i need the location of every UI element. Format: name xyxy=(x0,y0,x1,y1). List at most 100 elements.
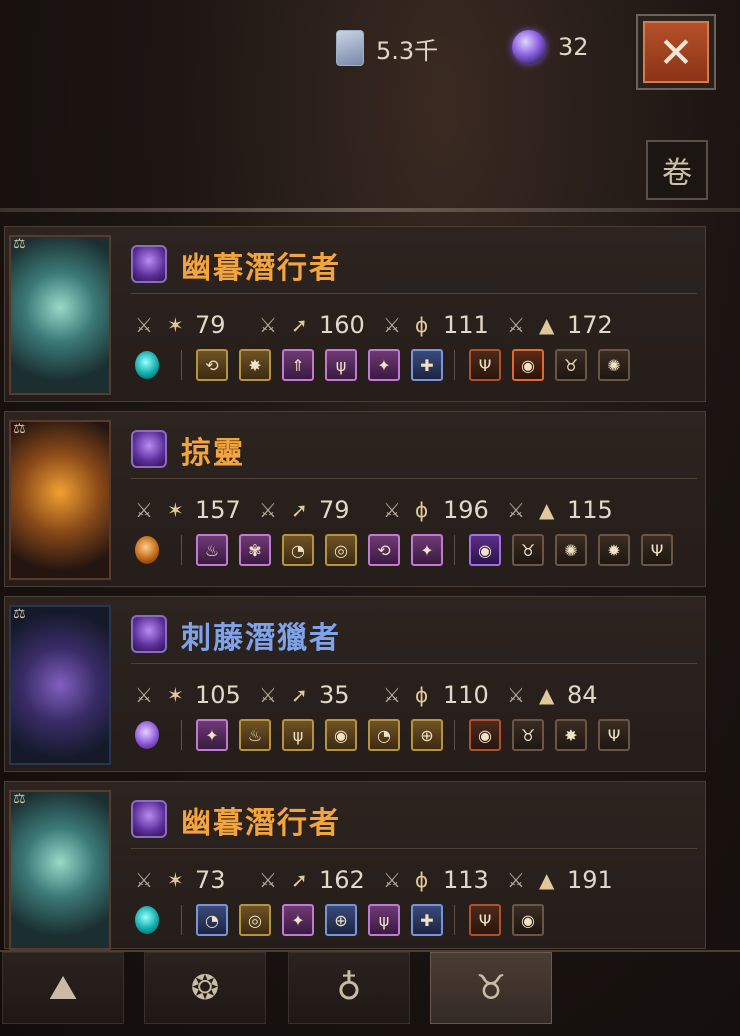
crossed-swords-icon: ⚔ xyxy=(507,498,525,522)
triangle-icon: ▲ xyxy=(539,683,555,707)
stat-4: ⚔ ▲ 115 xyxy=(507,496,613,524)
skill-icon[interactable]: ⟲ xyxy=(368,534,400,566)
skill-icon[interactable]: ψ xyxy=(282,719,314,751)
stat-1: ⚔ ✶ 105 xyxy=(135,681,241,709)
pet-name: 幽暮潛行者 xyxy=(181,251,341,286)
pet-card[interactable]: ⚖ 幽暮潛行者 ⚔ ✶ 79 ⚔ ➚ 160 ⚔ ϕ 111 ⚔ ▲ 172 ⟲ ✸ ⇑ ψ ✦… xyxy=(4,226,706,402)
passive-icon[interactable]: ✺ xyxy=(555,534,587,566)
pet-name: 幽暮潛行者 xyxy=(181,806,341,841)
skill-icon[interactable]: ◔ xyxy=(282,534,314,566)
pet-card[interactable]: ⚖ 刺藤潛獵者 ⚔ ✶ 105 ⚔ ➚ 35 ⚔ ϕ 110 ⚔ ▲ 84 ✦ ♨ ψ ◉ ◔ … xyxy=(4,596,706,772)
skill-icon[interactable]: ✦ xyxy=(196,719,228,751)
skill-row: ✦ ♨ ψ ◉ ◔ ⊕ ◉ ♉ ✸ Ψ xyxy=(135,719,641,751)
tab-beast[interactable]: ♉ xyxy=(430,952,552,1024)
rock-icon: ⛰ xyxy=(48,968,78,1008)
skill-icon[interactable]: ⊕ xyxy=(325,904,357,936)
skill-icon[interactable]: ψ xyxy=(325,349,357,381)
skill-row: ◔ ◎ ✦ ⊕ ψ ✚ Ψ ◉ xyxy=(135,904,555,936)
crossed-swords-icon: ⚔ xyxy=(383,868,401,892)
spiral-icon: ϕ xyxy=(415,868,429,892)
passive-icon[interactable]: ♉ xyxy=(512,534,544,566)
stat-2: ⚔ ➚ 160 xyxy=(259,311,365,339)
top-bar: 5.3千 32 ✕ 卷 xyxy=(0,0,740,210)
scales-icon: ⚖ xyxy=(13,236,26,252)
passive-icon[interactable]: ♉ xyxy=(512,719,544,751)
skill-icon[interactable]: ✦ xyxy=(282,904,314,936)
skill-icon[interactable]: ◎ xyxy=(239,904,271,936)
passive-icon[interactable]: Ψ xyxy=(641,534,673,566)
skill-icon[interactable]: ◔ xyxy=(196,904,228,936)
skill-icon[interactable]: ◎ xyxy=(325,534,357,566)
burst-icon: ✶ xyxy=(167,498,184,522)
spiral-icon: ϕ xyxy=(415,313,429,337)
skill-icon[interactable]: ⇑ xyxy=(282,349,314,381)
violet-gem-icon xyxy=(135,721,159,749)
passive-icon[interactable]: ◉ xyxy=(469,534,501,566)
close-button[interactable]: ✕ xyxy=(636,14,716,90)
tab-pouch[interactable]: ♁ xyxy=(288,952,410,1024)
triangle-icon: ▲ xyxy=(539,498,555,522)
passive-icon[interactable]: ✹ xyxy=(598,534,630,566)
skill-icon[interactable]: ⊕ xyxy=(411,719,443,751)
tab-emblem[interactable]: ❂ xyxy=(144,952,266,1024)
skill-icon[interactable]: ♨ xyxy=(239,719,271,751)
passive-icon[interactable]: ◉ xyxy=(469,719,501,751)
stat-2: ⚔ ➚ 162 xyxy=(259,866,365,894)
crossed-swords-icon: ⚔ xyxy=(507,683,525,707)
pet-name: 刺藤潛獵者 xyxy=(181,621,341,656)
stat-3: ⚔ ϕ 113 xyxy=(383,866,489,894)
pet-name: 掠靈 xyxy=(181,436,245,471)
ticket-icon xyxy=(336,30,364,66)
passive-icon[interactable]: Ψ xyxy=(469,349,501,381)
swirl-emblem-icon: ❂ xyxy=(190,968,220,1008)
spiral-icon: ϕ xyxy=(415,498,429,522)
skill-icon[interactable]: ✦ xyxy=(411,534,443,566)
name-divider xyxy=(131,478,697,479)
crossed-swords-icon: ⚔ xyxy=(135,313,153,337)
pet-card[interactable]: ⚖ 掠靈 ⚔ ✶ 157 ⚔ ➚ 79 ⚔ ϕ 196 ⚔ ▲ 115 ♨ ✾ ◔ ◎ ⟲ ✦ … xyxy=(4,411,706,587)
passive-icon[interactable]: ◉ xyxy=(512,904,544,936)
passive-icon[interactable]: ✺ xyxy=(598,349,630,381)
passive-icon[interactable]: ◉ xyxy=(512,349,544,381)
strike-icon: ➚ xyxy=(291,313,308,337)
teal-gem-icon xyxy=(135,351,159,379)
skill-icon[interactable]: ⟲ xyxy=(196,349,228,381)
strike-icon: ➚ xyxy=(291,498,308,522)
crossed-swords-icon: ⚔ xyxy=(259,313,277,337)
passive-icon[interactable]: Ψ xyxy=(469,904,501,936)
skill-icon[interactable]: ◔ xyxy=(368,719,400,751)
crossed-swords-icon: ⚔ xyxy=(259,498,277,522)
skill-icon[interactable]: ✚ xyxy=(411,349,443,381)
skill-icon[interactable]: ◉ xyxy=(325,719,357,751)
skill-icon[interactable]: ✸ xyxy=(239,349,271,381)
crossed-swords-icon: ⚔ xyxy=(507,868,525,892)
passive-icon[interactable]: ✸ xyxy=(555,719,587,751)
skill-icon[interactable]: ψ xyxy=(368,904,400,936)
stat-1: ⚔ ✶ 157 xyxy=(135,496,241,524)
skill-icon[interactable]: ✚ xyxy=(411,904,443,936)
crossed-swords-icon: ⚔ xyxy=(259,868,277,892)
crossed-swords-icon: ⚔ xyxy=(135,498,153,522)
passive-icon[interactable]: ♉ xyxy=(555,349,587,381)
stat-3: ⚔ ϕ 110 xyxy=(383,681,489,709)
orb-currency: 32 xyxy=(512,30,589,64)
skill-row: ⟲ ✸ ⇑ ψ ✦ ✚ Ψ ◉ ♉ ✺ xyxy=(135,349,641,381)
passive-icon[interactable]: Ψ xyxy=(598,719,630,751)
crossed-swords-icon: ⚔ xyxy=(135,868,153,892)
skill-icon[interactable]: ✦ xyxy=(368,349,400,381)
pet-portrait xyxy=(9,420,111,580)
skill-icon[interactable]: ✾ xyxy=(239,534,271,566)
scales-icon: ⚖ xyxy=(13,791,26,807)
skill-icon[interactable]: ♨ xyxy=(196,534,228,566)
stat-2: ⚔ ➚ 79 xyxy=(259,496,350,524)
pouch-icon: ♁ xyxy=(336,968,362,1008)
pet-card[interactable]: ⚖ 幽暮潛行者 ⚔ ✶ 73 ⚔ ➚ 162 ⚔ ϕ 113 ⚔ ▲ 191 ◔ ◎ ✦ ⊕ ψ… xyxy=(4,781,706,950)
pet-stats: ⚔ ✶ 79 ⚔ ➚ 160 ⚔ ϕ 111 ⚔ ▲ 172 xyxy=(135,311,631,339)
shard-count: 5.3千 xyxy=(376,36,439,65)
tab-rock[interactable]: ⛰ xyxy=(2,952,124,1024)
scroll-button[interactable]: 卷 xyxy=(646,140,708,200)
pet-stats: ⚔ ✶ 105 ⚔ ➚ 35 ⚔ ϕ 110 ⚔ ▲ 84 xyxy=(135,681,631,709)
rank-badge-icon xyxy=(131,615,167,653)
scales-icon: ⚖ xyxy=(13,421,26,437)
stat-1: ⚔ ✶ 73 xyxy=(135,866,226,894)
